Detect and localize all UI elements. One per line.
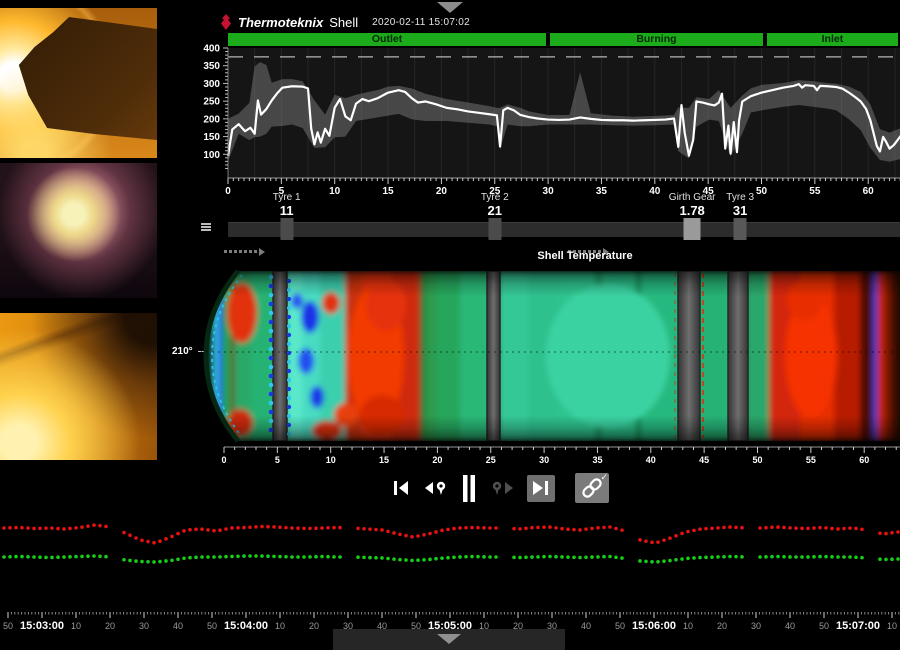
svg-text:15:03:00: 15:03:00 [20, 620, 64, 632]
link-check-icon: ✓ [600, 472, 608, 483]
svg-text:40: 40 [173, 621, 183, 631]
svg-text:45: 45 [699, 455, 709, 465]
pause-button[interactable] [461, 475, 477, 502]
shell-temperature-map[interactable]: 0 5 10 15 20 25 30 35 40 45 50 55 60 [160, 265, 900, 465]
slider-menu-icon[interactable] [201, 222, 211, 232]
svg-text:50: 50 [819, 621, 829, 631]
drag-hint-right-icon [568, 243, 609, 249]
svg-text:50: 50 [752, 455, 762, 465]
svg-text:40: 40 [785, 621, 795, 631]
svg-text:0: 0 [225, 186, 231, 197]
svg-text:15:04:00: 15:04:00 [224, 620, 268, 632]
datetime-display: 2020-02-11 15:07:02 [372, 17, 470, 28]
svg-text:10: 10 [326, 455, 336, 465]
svg-text:60: 60 [863, 186, 875, 197]
svg-text:20: 20 [105, 621, 115, 631]
svg-text:10: 10 [887, 621, 897, 631]
thermoteknix-logo [220, 14, 232, 30]
svg-text:10: 10 [71, 621, 81, 631]
svg-text:30: 30 [539, 455, 549, 465]
svg-text:35: 35 [596, 186, 608, 197]
svg-text:10: 10 [329, 186, 341, 197]
svg-text:50: 50 [3, 621, 13, 631]
svg-text:300: 300 [203, 79, 220, 90]
svg-text:200: 200 [203, 114, 220, 125]
svg-text:400: 400 [203, 44, 220, 55]
svg-text:250: 250 [203, 97, 220, 108]
svg-text:100: 100 [203, 150, 220, 161]
skip-to-start-icon [391, 478, 411, 498]
brand-name: Thermoteknix [238, 15, 323, 30]
svg-text:55: 55 [806, 455, 816, 465]
svg-text:50: 50 [615, 621, 625, 631]
svg-text:55: 55 [809, 186, 821, 197]
timeline-cursor-top[interactable] [437, 2, 463, 13]
timeline-cursor-bottom[interactable] [437, 634, 461, 644]
skip-to-end-icon [530, 478, 552, 498]
kiln-camera-bottom[interactable] [0, 313, 157, 460]
svg-text:40: 40 [581, 621, 591, 631]
svg-text:35: 35 [592, 455, 602, 465]
svg-text:60: 60 [859, 455, 869, 465]
svg-text:20: 20 [436, 186, 448, 197]
svg-text:30: 30 [751, 621, 761, 631]
svg-text:15: 15 [382, 186, 394, 197]
svg-text:15:07:00: 15:07:00 [836, 620, 880, 632]
previous-event-icon [423, 478, 449, 498]
position-slider-track[interactable] [228, 222, 900, 237]
slider-handle-tyre-1[interactable] [280, 218, 293, 240]
svg-text:5: 5 [275, 455, 280, 465]
svg-text:40: 40 [649, 186, 661, 197]
svg-text:40: 40 [646, 455, 656, 465]
svg-text:25: 25 [486, 455, 496, 465]
svg-text:0: 0 [221, 455, 226, 465]
svg-text:20: 20 [432, 455, 442, 465]
marker-girth-gear: Girth Gear1.78 [669, 192, 716, 218]
svg-text:20: 20 [717, 621, 727, 631]
next-event-icon [489, 478, 515, 498]
svg-text:50: 50 [207, 621, 217, 631]
kiln-camera-top[interactable] [0, 8, 157, 158]
svg-text:10: 10 [683, 621, 693, 631]
svg-text:15:06:00: 15:06:00 [632, 620, 676, 632]
svg-text:30: 30 [139, 621, 149, 631]
svg-text:50: 50 [756, 186, 768, 197]
link-views-button[interactable]: ✓ [575, 473, 609, 503]
timeline-scrollbar-thumb[interactable] [333, 629, 565, 650]
playback-controls: ✓ [385, 470, 615, 506]
shell-profile-chart[interactable]: 1001502002503003504000510152025303540455… [160, 40, 900, 200]
svg-text:20: 20 [309, 621, 319, 631]
marker-tyre-1: Tyre 111 [273, 192, 301, 218]
previous-event-button[interactable] [423, 478, 449, 498]
slider-handle-tyre-3[interactable] [734, 218, 747, 240]
header: Thermoteknix Shell 2020-02-11 15:07:02 [220, 13, 470, 31]
drag-hint-left-icon [224, 243, 265, 249]
shell-map-title: Shell Temperature [505, 250, 665, 262]
thermoteknix-shell-app: Thermoteknix Shell 2020-02-11 15:07:02 O… [0, 0, 900, 650]
slider-handle-tyre-2[interactable] [488, 218, 501, 240]
marker-tyre-2: Tyre 221 [481, 192, 509, 218]
svg-text:350: 350 [203, 61, 220, 72]
svg-text:15: 15 [379, 455, 389, 465]
skip-to-start-button[interactable] [391, 478, 411, 498]
next-event-button[interactable] [489, 478, 515, 498]
product-name: Shell [329, 15, 358, 30]
slider-handle-girth-gear[interactable] [684, 218, 701, 240]
svg-text:30: 30 [543, 186, 555, 197]
pause-icon [461, 475, 477, 502]
clinker-silhouette [0, 8, 157, 158]
skip-to-end-button[interactable] [527, 475, 555, 502]
svg-text:150: 150 [203, 132, 220, 143]
marker-tyre-3: Tyre 331 [726, 192, 754, 218]
svg-text:10: 10 [275, 621, 285, 631]
kiln-camera-middle[interactable] [0, 163, 157, 298]
